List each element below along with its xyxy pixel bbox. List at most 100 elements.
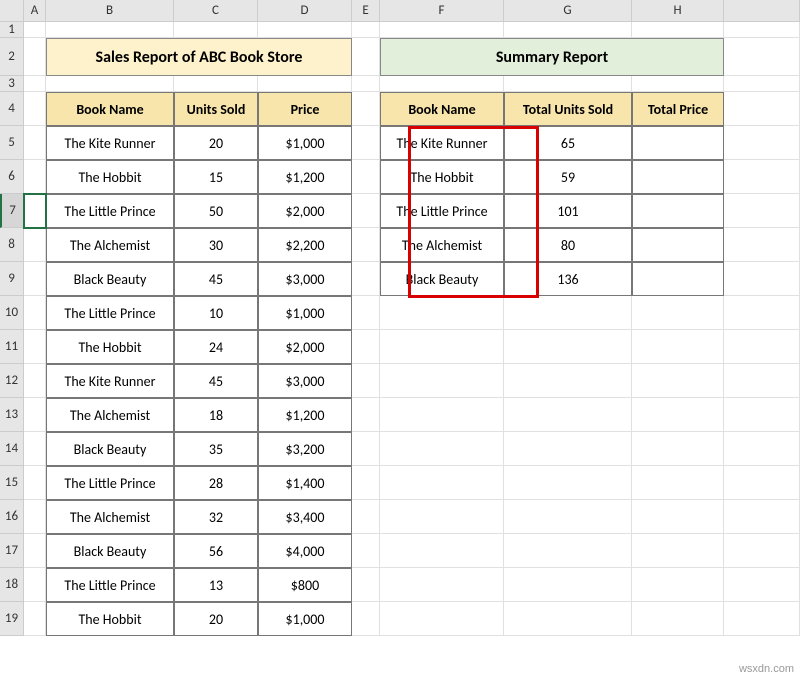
selected-cell-A7[interactable]: [24, 194, 46, 228]
col-header-A[interactable]: A: [24, 0, 46, 22]
left-units-0[interactable]: 20: [174, 126, 258, 160]
row-header-14[interactable]: 14: [0, 432, 24, 466]
row-header-4[interactable]: 4: [0, 92, 24, 126]
cell-A13[interactable]: [24, 398, 46, 432]
left-units-3[interactable]: 30: [174, 228, 258, 262]
left-units-8[interactable]: 18: [174, 398, 258, 432]
right-units-2[interactable]: 101: [504, 194, 632, 228]
cell-I3[interactable]: [724, 76, 800, 92]
left-price-10[interactable]: $1,400: [258, 466, 352, 500]
cell-E11[interactable]: [352, 330, 380, 364]
left-units-5[interactable]: 10: [174, 296, 258, 330]
cell-I12[interactable]: [724, 364, 800, 398]
cell-G12[interactable]: [504, 364, 632, 398]
right-units-3[interactable]: 80: [504, 228, 632, 262]
cell-H1[interactable]: [632, 22, 724, 38]
cell-G11[interactable]: [504, 330, 632, 364]
right-name-2[interactable]: The Little Prince: [380, 194, 504, 228]
left-price-2[interactable]: $2,000: [258, 194, 352, 228]
right-price-4[interactable]: [632, 262, 724, 296]
cell-H11[interactable]: [632, 330, 724, 364]
cell-A8[interactable]: [24, 228, 46, 262]
cell-B3[interactable]: [46, 76, 174, 92]
left-name-5[interactable]: The Little Prince: [46, 296, 174, 330]
cell-A9[interactable]: [24, 262, 46, 296]
cell-E14[interactable]: [352, 432, 380, 466]
right-price-2[interactable]: [632, 194, 724, 228]
row-header-1[interactable]: 1: [0, 22, 24, 38]
cell-F12[interactable]: [380, 364, 504, 398]
cell-F18[interactable]: [380, 568, 504, 602]
cell-G13[interactable]: [504, 398, 632, 432]
right-units-1[interactable]: 59: [504, 160, 632, 194]
cell-A18[interactable]: [24, 568, 46, 602]
left-units-2[interactable]: 50: [174, 194, 258, 228]
cell-I4[interactable]: [724, 92, 800, 126]
cell-A1[interactable]: [24, 22, 46, 38]
cell-I10[interactable]: [724, 296, 800, 330]
row-header-18[interactable]: 18: [0, 568, 24, 602]
cell-E13[interactable]: [352, 398, 380, 432]
cell-I11[interactable]: [724, 330, 800, 364]
cell-E16[interactable]: [352, 500, 380, 534]
row-header-9[interactable]: 9: [0, 262, 24, 296]
cell-I14[interactable]: [724, 432, 800, 466]
row-header-13[interactable]: 13: [0, 398, 24, 432]
left-name-7[interactable]: The Kite Runner: [46, 364, 174, 398]
left-name-4[interactable]: Black Beauty: [46, 262, 174, 296]
cell-H19[interactable]: [632, 602, 724, 636]
row-header-15[interactable]: 15: [0, 466, 24, 500]
left-price-5[interactable]: $1,000: [258, 296, 352, 330]
row-header-7[interactable]: 7: [0, 194, 24, 228]
cell-G15[interactable]: [504, 466, 632, 500]
cell-F19[interactable]: [380, 602, 504, 636]
cell-H3[interactable]: [632, 76, 724, 92]
cell-E15[interactable]: [352, 466, 380, 500]
col-header-E[interactable]: E: [352, 0, 380, 22]
row-header-16[interactable]: 16: [0, 500, 24, 534]
cell-E10[interactable]: [352, 296, 380, 330]
cell-D3[interactable]: [258, 76, 352, 92]
left-price-12[interactable]: $4,000: [258, 534, 352, 568]
col-header-D[interactable]: D: [258, 0, 352, 22]
cell-I2[interactable]: [724, 38, 800, 76]
right-name-4[interactable]: Black Beauty: [380, 262, 504, 296]
cell-F1[interactable]: [380, 22, 504, 38]
left-name-10[interactable]: The Little Prince: [46, 466, 174, 500]
right-name-1[interactable]: The Hobbit: [380, 160, 504, 194]
cell-G10[interactable]: [504, 296, 632, 330]
cell-C3[interactable]: [174, 76, 258, 92]
cell-A12[interactable]: [24, 364, 46, 398]
left-name-9[interactable]: Black Beauty: [46, 432, 174, 466]
left-price-14[interactable]: $1,000: [258, 602, 352, 636]
row-header-6[interactable]: 6: [0, 160, 24, 194]
left-units-14[interactable]: 20: [174, 602, 258, 636]
cell-A3[interactable]: [24, 76, 46, 92]
cell-G16[interactable]: [504, 500, 632, 534]
col-header-C[interactable]: C: [174, 0, 258, 22]
cell-H18[interactable]: [632, 568, 724, 602]
cell-F11[interactable]: [380, 330, 504, 364]
row-header-11[interactable]: 11: [0, 330, 24, 364]
left-price-4[interactable]: $3,000: [258, 262, 352, 296]
cell-E9[interactable]: [352, 262, 380, 296]
row-header-17[interactable]: 17: [0, 534, 24, 568]
col-header-H[interactable]: H: [632, 0, 724, 22]
cell-G3[interactable]: [504, 76, 632, 92]
row-header-19[interactable]: 19: [0, 602, 24, 636]
cell-G17[interactable]: [504, 534, 632, 568]
left-name-11[interactable]: The Alchemist: [46, 500, 174, 534]
cell-F15[interactable]: [380, 466, 504, 500]
col-header-G[interactable]: G: [504, 0, 632, 22]
cell-F13[interactable]: [380, 398, 504, 432]
row-header-5[interactable]: 5: [0, 126, 24, 160]
cell-E1[interactable]: [352, 22, 380, 38]
row-header-3[interactable]: 3: [0, 76, 24, 92]
left-units-11[interactable]: 32: [174, 500, 258, 534]
cell-I9[interactable]: [724, 262, 800, 296]
cell-H10[interactable]: [632, 296, 724, 330]
cell-E6[interactable]: [352, 160, 380, 194]
cell-H15[interactable]: [632, 466, 724, 500]
cell-A19[interactable]: [24, 602, 46, 636]
cell-E7[interactable]: [352, 194, 380, 228]
